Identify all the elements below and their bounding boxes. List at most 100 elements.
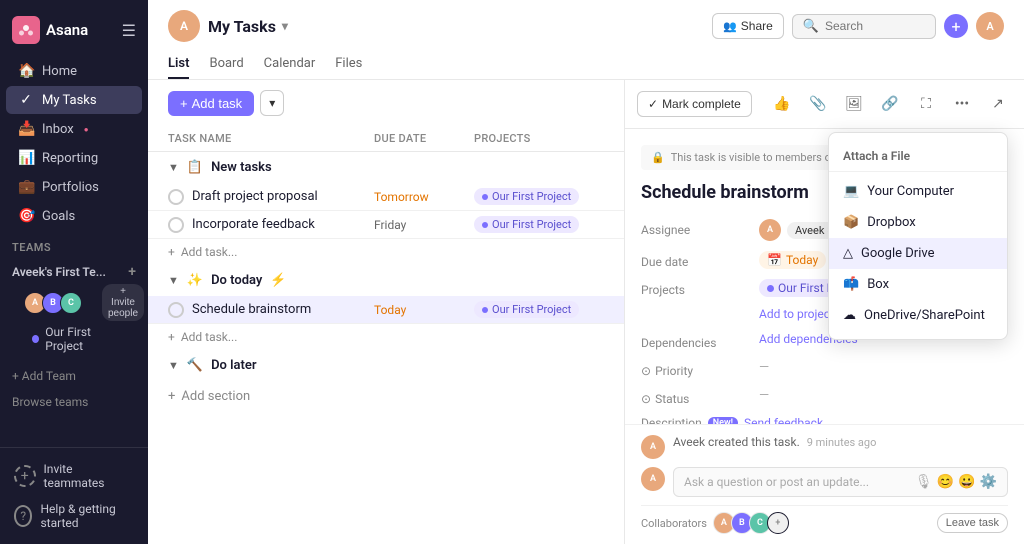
- sidebar-nav: 🏠 Home ✓ My Tasks 📥 Inbox ● 📊 Reporting …: [0, 56, 148, 447]
- task-row[interactable]: Draft project proposal Tomorrow Our Firs…: [148, 183, 624, 211]
- task-row[interactable]: Incorporate feedback Friday Our First Pr…: [148, 211, 624, 239]
- team-add-icon[interactable]: +: [128, 264, 136, 280]
- hamburger-icon[interactable]: ☰: [122, 21, 136, 40]
- title-caret-icon[interactable]: ▾: [282, 19, 288, 33]
- section-do-later[interactable]: ▼ 🔨 Do later: [148, 350, 624, 381]
- comment-input[interactable]: Ask a question or post an update... 🎙 😊 …: [673, 467, 1008, 497]
- priority-icon: ⊙: [641, 364, 651, 378]
- add-task-row-new[interactable]: + Add task...: [148, 239, 624, 265]
- mark-complete-label: Mark complete: [662, 97, 741, 111]
- section-new-tasks[interactable]: ▼ 📋 New tasks: [148, 152, 624, 183]
- page-title: My Tasks: [208, 17, 276, 36]
- leave-task-button[interactable]: Leave task: [937, 513, 1008, 533]
- dropdown-item-label: Box: [867, 277, 889, 292]
- mark-complete-button[interactable]: ✓ Mark complete: [637, 91, 752, 117]
- dropdown-item-label: Dropbox: [867, 215, 916, 230]
- section-label: Do today: [211, 273, 262, 288]
- tab-list[interactable]: List: [168, 50, 189, 79]
- add-task-dropdown-button[interactable]: ▾: [260, 90, 284, 116]
- section-emoji: ✨: [187, 273, 203, 288]
- section-do-today[interactable]: ▼ ✨ Do today ⚡: [148, 265, 624, 296]
- more-options-button[interactable]: •••: [948, 90, 976, 118]
- collapse-icon: ▼: [168, 359, 179, 372]
- status-label: ⊙ Status: [641, 388, 751, 406]
- priority-label: ⊙ Priority: [641, 360, 751, 378]
- check-icon: ✓: [18, 92, 34, 108]
- help-button[interactable]: ? Help & getting started: [8, 496, 140, 536]
- search-input[interactable]: [825, 19, 925, 33]
- header: A My Tasks ▾ 👥 Share 🔍: [148, 0, 1024, 80]
- global-add-button[interactable]: +: [944, 14, 968, 38]
- inbox-icon: 📥: [18, 121, 34, 137]
- dropdown-item-box[interactable]: 📫 Box: [829, 269, 1007, 300]
- sidebar-item-inbox[interactable]: 📥 Inbox ●: [6, 115, 142, 143]
- tab-board-label: Board: [209, 56, 243, 71]
- close-panel-button[interactable]: ↗: [984, 90, 1012, 118]
- tab-calendar[interactable]: Calendar: [264, 50, 316, 79]
- invite-teammates-button[interactable]: + Invite teammates: [8, 456, 140, 496]
- settings-icon[interactable]: ⚙️: [980, 474, 997, 490]
- invite-people-button[interactable]: + Invite people: [102, 284, 144, 321]
- help-label: Help & getting started: [40, 502, 134, 530]
- task-checkbox[interactable]: [168, 302, 184, 318]
- task-project-badge: Our First Project: [474, 216, 579, 233]
- sidebar-item-my-tasks[interactable]: ✓ My Tasks: [6, 86, 142, 114]
- task-checkbox[interactable]: [168, 189, 184, 205]
- detail-footer: A Aveek created this task. 9 minutes ago…: [625, 424, 1024, 544]
- tab-board[interactable]: Board: [209, 50, 243, 79]
- sidebar-item-goals[interactable]: 🎯 Goals: [6, 202, 142, 230]
- home-icon: 🏠: [18, 63, 34, 79]
- task-checkbox[interactable]: [168, 217, 184, 233]
- due-date-badge[interactable]: 📅 Today: [759, 251, 826, 269]
- activity-item: A Aveek created this task. 9 minutes ago: [641, 435, 1008, 459]
- share-button[interactable]: 👥 Share: [712, 13, 784, 39]
- activity-time: 9 minutes ago: [807, 436, 877, 449]
- sidebar-item-home[interactable]: 🏠 Home: [6, 57, 142, 85]
- add-task-row-today[interactable]: + Add task...: [148, 324, 624, 350]
- task-area: + Add task ▾ Task name Due date Projects…: [148, 80, 1024, 544]
- sidebar-item-portfolios[interactable]: 💼 Portfolios: [6, 173, 142, 201]
- detail-panel: ✓ Mark complete 👍 📎 🖼 🔗 ⛶ ••• ↗ 🔒 Thi: [624, 80, 1024, 544]
- activity-text: Aveek created this task.: [673, 435, 800, 449]
- emoji2-icon[interactable]: 😀: [958, 474, 975, 490]
- tab-list-label: List: [168, 56, 189, 71]
- sidebar-item-label: Home: [42, 64, 77, 79]
- browse-teams-button[interactable]: Browse teams: [0, 389, 148, 415]
- add-collaborator-button[interactable]: +: [767, 512, 789, 534]
- sidebar-project-item[interactable]: Our First Project: [12, 321, 136, 357]
- sidebar-item-label: Inbox: [42, 122, 74, 137]
- dropdown-item-dropbox[interactable]: 📦 Dropbox: [829, 207, 1007, 238]
- team-name-label: Aveek's First Te...: [12, 265, 106, 279]
- share-icon: 👥: [723, 20, 737, 33]
- add-team-button[interactable]: + Add Team: [0, 363, 148, 389]
- sidebar-item-reporting[interactable]: 📊 Reporting: [6, 144, 142, 172]
- add-section-icon: +: [168, 389, 175, 404]
- search-box[interactable]: 🔍: [792, 14, 936, 39]
- add-section-button[interactable]: + Add section: [148, 381, 624, 412]
- assignee-avatar: A: [759, 219, 781, 241]
- col-projects: Projects: [474, 132, 604, 145]
- sidebar-item-label: My Tasks: [42, 93, 97, 108]
- copy-link-button[interactable]: 🖼: [840, 90, 868, 118]
- task-row-active[interactable]: Schedule brainstorm Today Our First Proj…: [148, 296, 624, 324]
- add-task-button[interactable]: + Add task: [168, 91, 254, 116]
- tab-files[interactable]: Files: [335, 50, 362, 79]
- section-label: New tasks: [211, 160, 272, 175]
- expand-button[interactable]: ⛶: [912, 90, 940, 118]
- dropdown-item-onedrive[interactable]: ☁ OneDrive/SharePoint: [829, 300, 1007, 331]
- mic-icon[interactable]: 🎙: [915, 474, 933, 490]
- task-table-header: Task name Due date Projects: [148, 126, 624, 152]
- send-feedback-button[interactable]: Send feedback: [744, 416, 823, 424]
- emoji-icon[interactable]: 😊: [937, 474, 954, 490]
- section-emoji: 🔨: [187, 358, 203, 373]
- thumbs-up-button[interactable]: 👍: [768, 90, 796, 118]
- projects-label: Projects: [641, 279, 751, 297]
- goals-icon: 🎯: [18, 208, 34, 224]
- comment-avatar: A: [641, 467, 665, 491]
- dropdown-item-gdrive[interactable]: △ Google Drive: [829, 238, 1007, 269]
- user-avatar[interactable]: A: [976, 12, 1004, 40]
- nav-tabs: List Board Calendar Files: [168, 50, 1004, 79]
- dropdown-item-computer[interactable]: 💻 Your Computer: [829, 176, 1007, 207]
- link-button[interactable]: 🔗: [876, 90, 904, 118]
- attachment-button[interactable]: 📎: [804, 90, 832, 118]
